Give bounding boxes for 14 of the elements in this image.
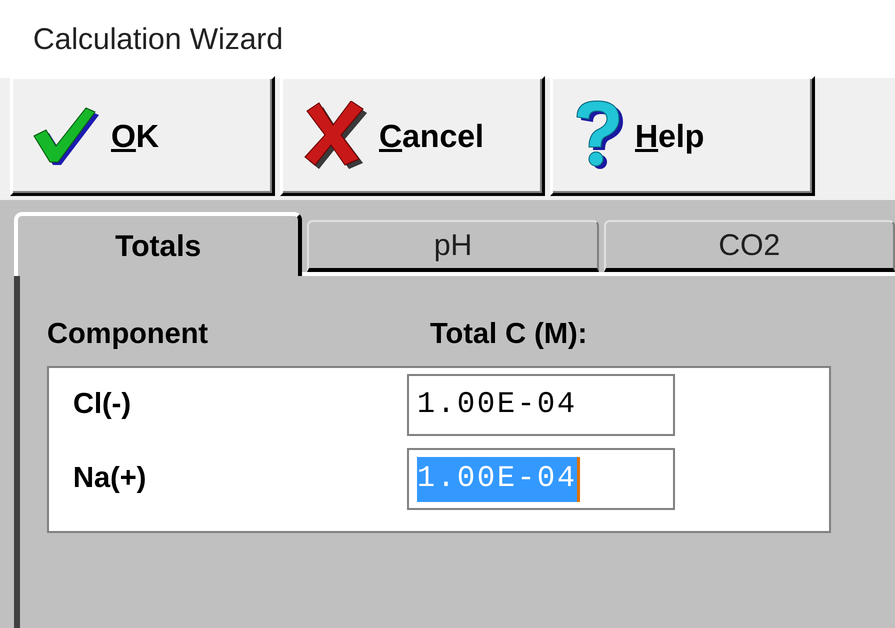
component-label: Cl(-) [72,387,132,422]
column-header: Component [47,317,210,352]
tab[interactable]: CO2 [604,220,895,272]
help-button[interactable]: Help [550,76,815,196]
input-field[interactable]: 1.00E-04 [407,374,675,436]
column-header: Total C (M): [430,317,588,352]
component-label: Na(+) [72,461,148,496]
checkmark-icon [33,105,101,167]
cross-icon [303,101,369,171]
tab[interactable]: pH [307,220,599,272]
cancel-button[interactable]: Cancel [280,76,545,196]
ok-button[interactable]: OK [10,76,275,196]
window-title: Calculation Wizard [33,22,284,58]
tab[interactable]: Totals [14,212,302,276]
